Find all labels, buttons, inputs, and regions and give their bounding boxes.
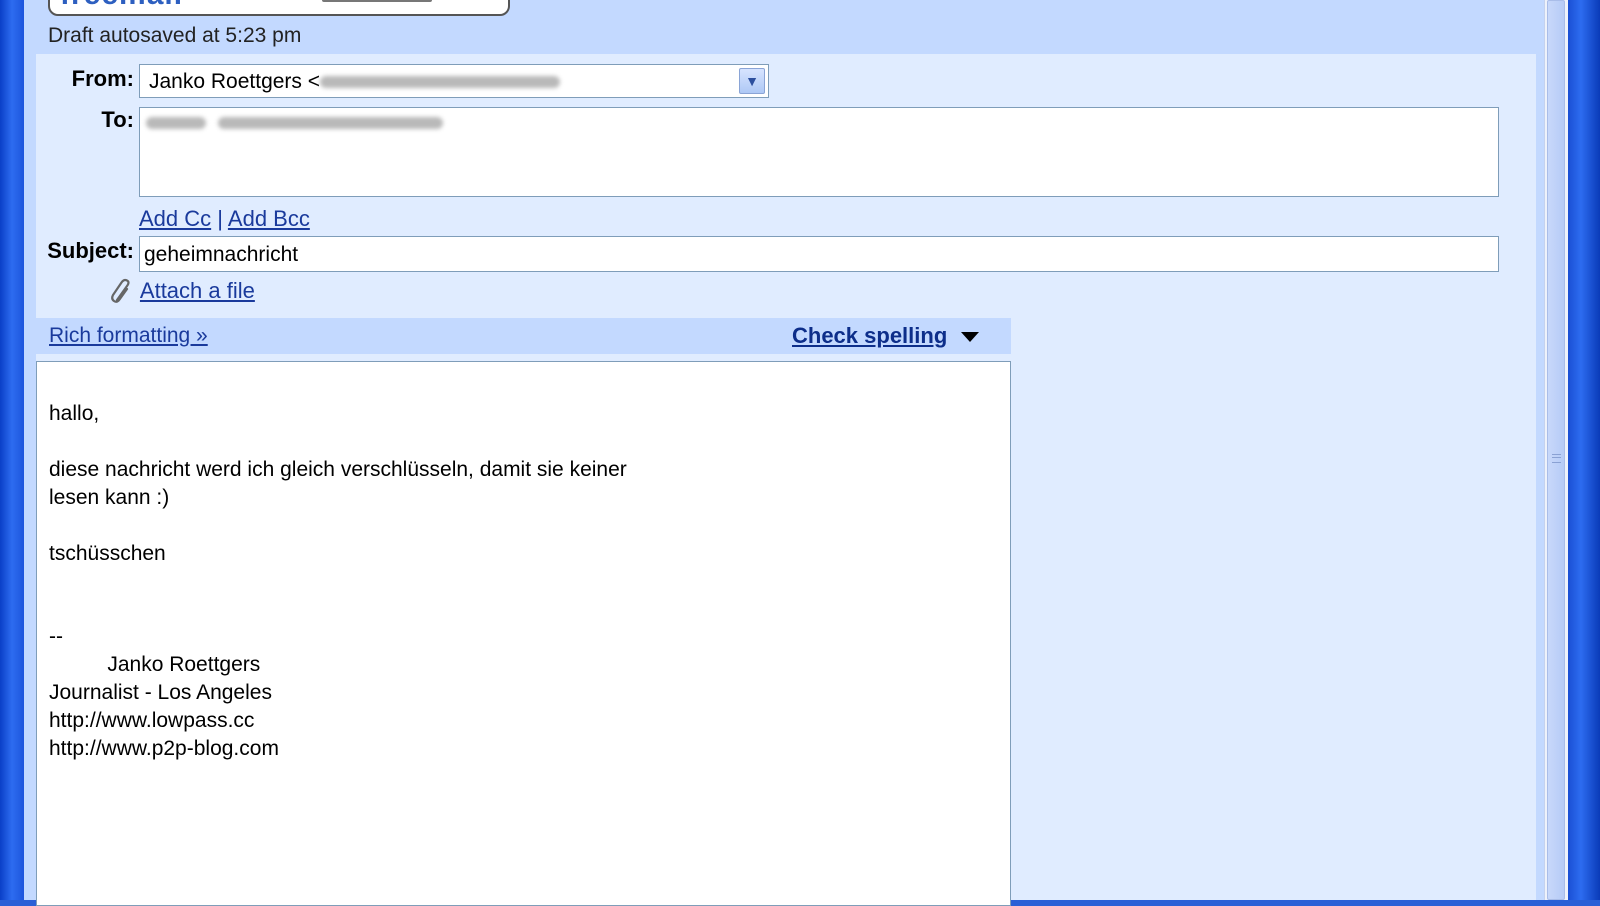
body-line: lesen kann :) — [49, 486, 170, 509]
signature-url: http://www.lowpass.cc — [49, 709, 255, 732]
redacted-email — [320, 76, 561, 89]
attach-file-link[interactable]: Attach a file — [140, 278, 255, 303]
cc-separator: | — [217, 206, 223, 231]
from-value: Janko Roettgers < — [149, 70, 561, 94]
to-label: To: — [101, 107, 134, 132]
signature-title: Journalist - Los Angeles — [49, 681, 272, 704]
vertical-scrollbar[interactable] — [1544, 0, 1569, 900]
signature-name: Janko Roettgers — [49, 653, 261, 676]
chevron-down-icon[interactable]: ▼ — [739, 68, 765, 94]
body-line: hallo, — [49, 402, 100, 425]
to-value — [146, 114, 444, 132]
subject-value: geheimnachricht — [144, 243, 299, 266]
rich-formatting-link[interactable]: Rich formatting » — [49, 324, 208, 348]
format-toolbar: Rich formatting » Check spelling — [36, 318, 1011, 354]
to-field[interactable] — [139, 107, 1499, 197]
mail-page: freemail Draft autosaved at 5:23 pm From… — [24, 0, 1544, 906]
subject-input[interactable]: geheimnachricht — [139, 236, 1499, 272]
logo-decoration — [322, 0, 432, 2]
autosave-status: Draft autosaved at 5:23 pm — [48, 24, 302, 47]
redacted-email — [218, 116, 444, 129]
logo: freemail — [48, 0, 510, 16]
check-spelling: Check spelling — [792, 323, 980, 349]
compose-form: From: Janko Roettgers < ▼ To: Add Cc | A… — [36, 54, 1536, 906]
grip-icon — [1552, 454, 1561, 463]
subject-label: Subject: — [47, 238, 134, 263]
window-frame-right — [1568, 0, 1600, 900]
from-select[interactable]: Janko Roettgers < ▼ — [139, 64, 769, 98]
cc-links: Add Cc | Add Bcc — [139, 206, 310, 232]
logo-text: freemail — [60, 0, 183, 12]
check-spelling-link[interactable]: Check spelling — [792, 323, 947, 348]
add-bcc-link[interactable]: Add Bcc — [228, 206, 310, 231]
attach-row: Attach a file — [109, 278, 255, 306]
redacted-name — [146, 116, 206, 129]
message-body[interactable]: hallo, diese nachricht werd ich gleich v… — [36, 361, 1011, 906]
signature-url: http://www.p2p-blog.com — [49, 737, 279, 760]
window-frame-left — [0, 0, 24, 900]
from-label: From: — [71, 66, 134, 91]
scrollbar-thumb[interactable] — [1547, 0, 1565, 900]
paperclip-icon — [109, 278, 135, 306]
body-line: tschüsschen — [49, 542, 166, 565]
header-band: freemail Draft autosaved at 5:23 pm — [24, 0, 1544, 54]
body-line: diese nachricht werd ich gleich verschlü… — [49, 458, 627, 481]
signature-separator: -- — [49, 625, 63, 648]
triangle-down-icon[interactable] — [961, 332, 980, 343]
add-cc-link[interactable]: Add Cc — [139, 206, 211, 231]
